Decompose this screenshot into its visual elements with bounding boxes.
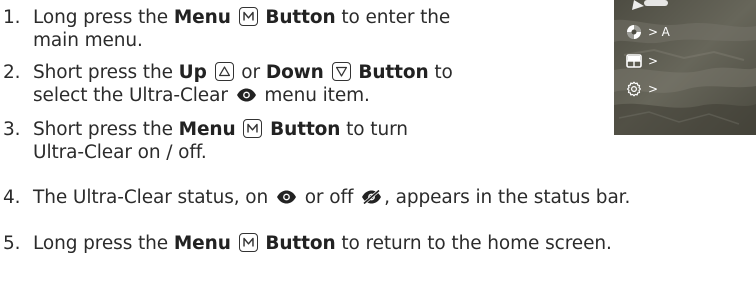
ultra-clear-on-icon [276,187,297,204]
menu-label: Menu [173,233,231,254]
button-label: Button [358,62,429,83]
m-key-icon [243,119,263,138]
step-line: Long press the Menu Button to return to … [33,232,612,255]
device-menu-label: > [648,54,658,68]
step-text: Short press the [33,119,179,140]
step-text: to [428,62,453,83]
device-menu-label: > A [648,25,670,39]
step-line: Ultra-Clear on / off. [33,142,207,163]
ultra-clear-icon [626,24,642,40]
layout-icon [626,53,642,69]
step-text: Short press the [33,62,179,83]
step-text: menu item. [258,85,370,106]
step-line: select the Ultra-Clear menu item. [33,84,453,107]
down-arrow-key-icon [331,62,351,81]
down-label: Down [265,62,324,83]
step-line: Short press the Up or Down Button to [33,61,453,84]
step-text: , appears in the status bar. [384,187,631,208]
step-number: 4. [3,187,21,208]
button-label: Button [270,119,341,140]
step-number: 2. [3,62,21,83]
step-body: Short press the Menu Button to turn Ultr… [33,118,408,164]
step-text: to turn [340,119,408,140]
step-text: to return to the home screen. [335,233,612,254]
step-text: Long press the [33,233,174,254]
menu-label: Menu [178,119,236,140]
ultra-clear-off-icon [361,187,382,205]
step-line: Short press the Menu Button to turn [33,118,408,141]
step-text: Long press the [33,7,174,28]
step-body: Short press the Up or Down Button to sel… [33,61,453,107]
step-line: Long press the Menu Button to enter the [33,6,450,29]
step-body: The Ultra-Clear status, on or off , appe… [33,186,630,209]
step-body: Long press the Menu Button to return to … [33,232,612,255]
device-menu-item-settings: > [626,81,658,97]
ultra-clear-on-icon [236,85,257,102]
up-arrow-key-icon [214,62,234,81]
gear-icon [626,81,642,97]
device-menu-item-layout: > [626,53,658,69]
menu-label: Menu [173,7,231,28]
step-text: or off [298,187,360,208]
step-body: Long press the Menu Button to enter the … [33,6,450,52]
step-text: select the Ultra-Clear [33,85,234,106]
m-key-icon [238,233,258,252]
step-line: main menu. [33,30,143,51]
device-menu-item-ultra-clear: > A [626,24,670,40]
device-screen-image: > A > > [614,0,756,135]
button-label: Button [265,233,336,254]
up-label: Up [178,62,207,83]
m-key-icon [238,7,258,26]
step-number: 1. [3,7,21,28]
button-label: Button [265,7,336,28]
step-text: The Ultra-Clear status, on [33,187,274,208]
device-menu-label: > [648,82,658,96]
step-number: 3. [3,119,21,140]
step-text: or [235,62,266,83]
step-number: 5. [3,233,21,254]
step-line: The Ultra-Clear status, on or off , appe… [33,186,630,209]
step-text: to enter the [335,7,451,28]
